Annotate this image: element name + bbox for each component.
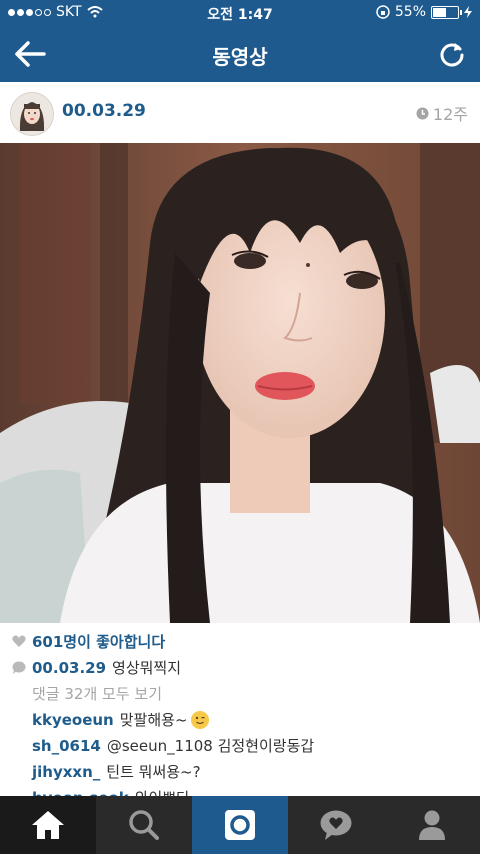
battery-info: 55% bbox=[376, 4, 472, 20]
caption-text: 영상뭐찍지 bbox=[112, 659, 182, 677]
caption-row: 00.03.29 영상뭐찍지 bbox=[12, 657, 181, 678]
post-header: 00.03.29 12주 bbox=[0, 82, 480, 143]
tab-activity[interactable] bbox=[288, 796, 384, 854]
profile-icon bbox=[419, 810, 445, 840]
page-title: 동영상 bbox=[212, 45, 268, 69]
comment-username[interactable]: sh_0614 bbox=[32, 737, 101, 755]
charging-icon bbox=[464, 6, 472, 18]
time-ago: 12주 bbox=[432, 105, 468, 124]
camera-icon bbox=[225, 810, 255, 840]
battery-icon bbox=[431, 5, 462, 19]
tab-profile[interactable] bbox=[384, 796, 480, 854]
tab-search[interactable] bbox=[96, 796, 192, 854]
comment-icon bbox=[12, 661, 26, 674]
comment-row: sh_0614 @seeun_1108 김정현이랑동갑 bbox=[32, 735, 314, 756]
comment-text: 틴트 뭐써용~? bbox=[106, 763, 201, 781]
avatar[interactable] bbox=[10, 92, 54, 136]
search-icon bbox=[129, 810, 159, 840]
battery-percent: 55% bbox=[394, 4, 426, 20]
comment-text: @seeun_1108 김정현이랑동갑 bbox=[106, 737, 315, 755]
tab-home[interactable] bbox=[0, 796, 96, 854]
comment-text: 맞팔해용~ bbox=[119, 711, 188, 729]
wink-emoji-icon bbox=[190, 710, 209, 729]
post-username[interactable]: 00.03.29 bbox=[62, 101, 146, 121]
tab-bar bbox=[0, 796, 480, 854]
comment-username[interactable]: jihyxxn_ bbox=[32, 763, 100, 781]
comment-row: jihyxxn_ 틴트 뭐써용~? bbox=[32, 761, 201, 782]
likes-count[interactable]: 601명이 좋아합니다 bbox=[32, 631, 165, 652]
comment-row: kkyeoeun 맞팔해용~ bbox=[32, 709, 209, 730]
rotation-lock-icon bbox=[376, 5, 390, 19]
likes-row[interactable]: 601명이 좋아합니다 bbox=[12, 631, 165, 652]
caption-username[interactable]: 00.03.29 bbox=[32, 659, 106, 677]
activity-icon bbox=[320, 810, 352, 840]
post-time: 12주 bbox=[416, 101, 468, 125]
heart-icon bbox=[12, 635, 26, 647]
status-bar: SKT 오전 1:47 55% bbox=[0, 0, 480, 26]
view-all-comments[interactable]: 댓글 32개 모두 보기 bbox=[32, 683, 162, 704]
nav-bar: 동영상 bbox=[0, 26, 480, 82]
tab-camera[interactable] bbox=[192, 796, 288, 854]
clock-icon bbox=[416, 107, 429, 119]
post-video[interactable] bbox=[0, 143, 480, 623]
refresh-button[interactable] bbox=[438, 40, 466, 68]
home-icon bbox=[32, 811, 64, 839]
view-all-comments-label[interactable]: 댓글 32개 모두 보기 bbox=[32, 683, 162, 704]
post-meta: 601명이 좋아합니다 00.03.29 영상뭐찍지 댓글 32개 모두 보기 … bbox=[0, 623, 480, 807]
comment-username[interactable]: kkyeoeun bbox=[32, 711, 114, 729]
